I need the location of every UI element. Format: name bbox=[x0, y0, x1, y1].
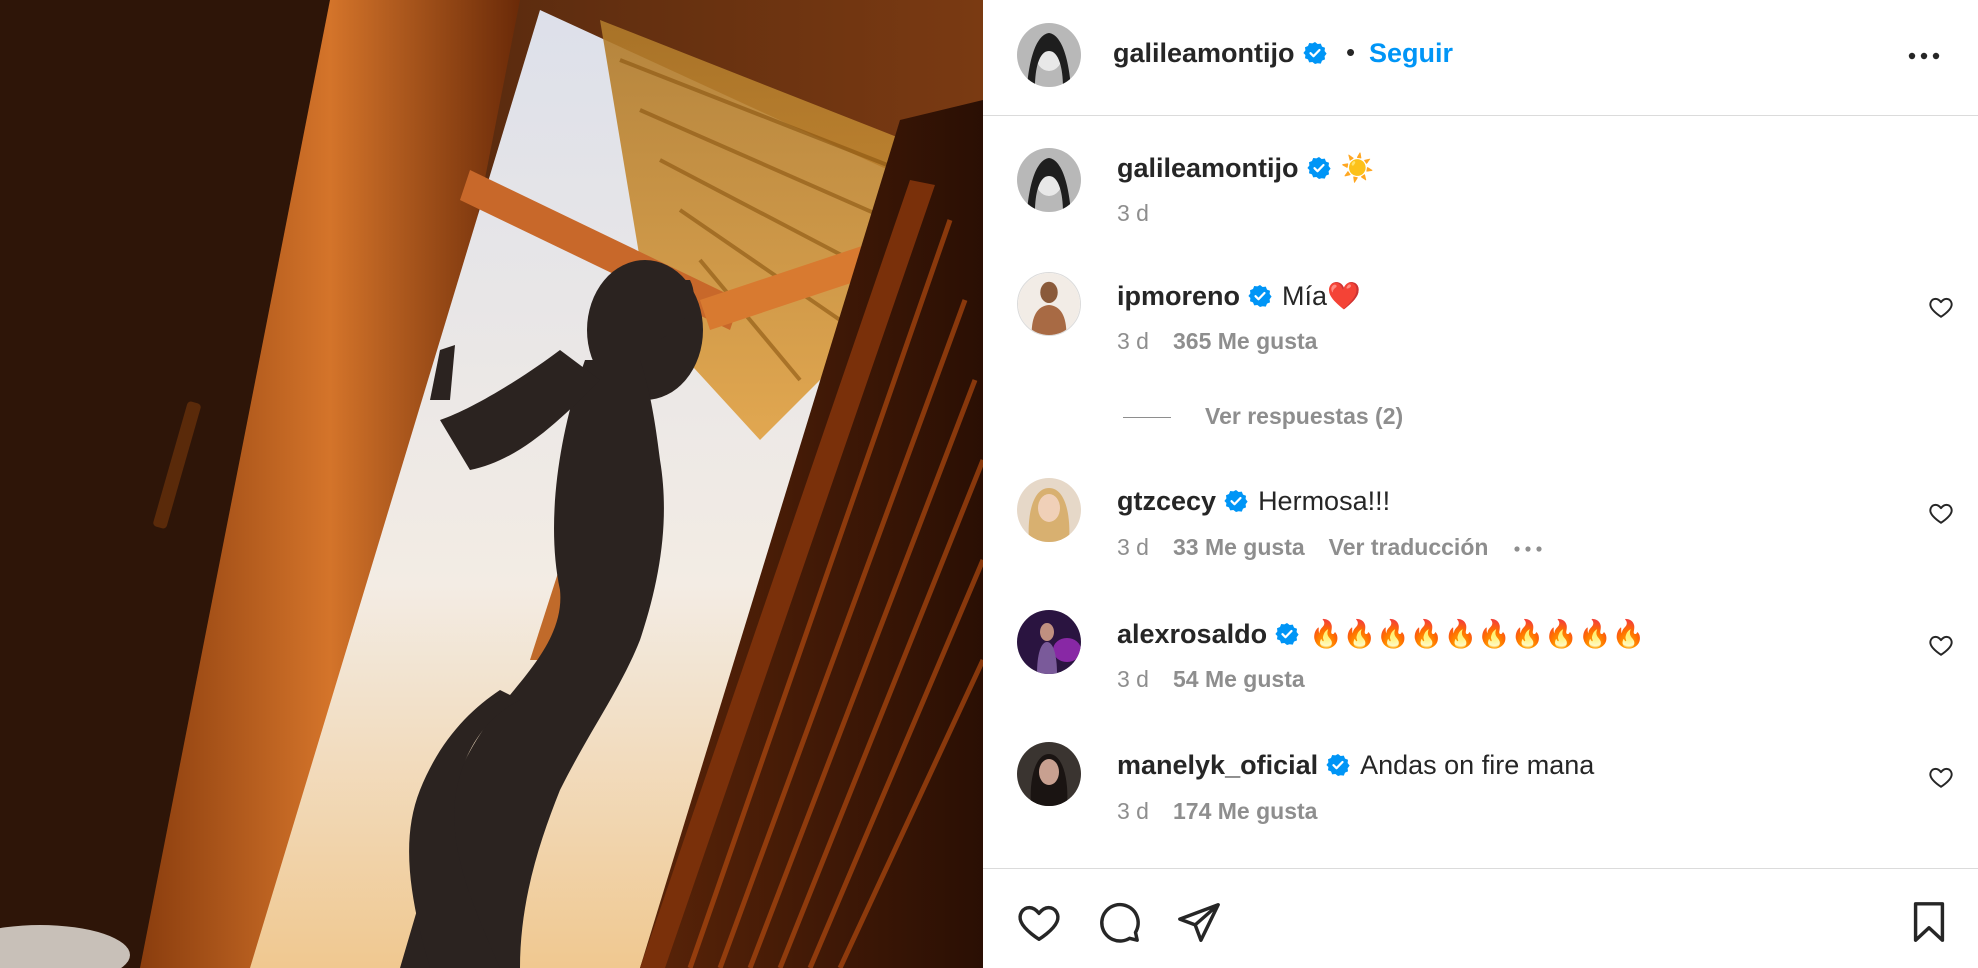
comment-time[interactable]: 3 d bbox=[1117, 328, 1149, 354]
post-photo[interactable] bbox=[0, 0, 983, 968]
comment-likes[interactable]: 54 Me gusta bbox=[1173, 666, 1305, 692]
view-replies-label[interactable]: Ver respuestas (2) bbox=[1205, 403, 1403, 429]
verified-badge-icon bbox=[1224, 489, 1248, 513]
follow-button[interactable]: Seguir bbox=[1369, 38, 1453, 69]
replies-divider bbox=[1123, 417, 1171, 419]
view-replies-button[interactable]: Ver respuestas (2) bbox=[1123, 403, 1403, 430]
commenter-avatar[interactable] bbox=[1017, 742, 1081, 806]
comment-text: 🔥🔥🔥🔥🔥🔥🔥🔥🔥🔥 bbox=[1309, 619, 1646, 649]
verified-badge-icon bbox=[1275, 622, 1299, 646]
comment-username[interactable]: ipmoreno bbox=[1117, 281, 1240, 311]
comment-like-heart-icon[interactable] bbox=[1928, 294, 1954, 320]
comment-like-heart-icon[interactable] bbox=[1928, 764, 1954, 790]
comment-time[interactable]: 3 d bbox=[1117, 534, 1149, 560]
comment-time[interactable]: 3 d bbox=[1117, 798, 1149, 824]
author-avatar[interactable] bbox=[1017, 23, 1081, 87]
comment-username[interactable]: manelyk_oficial bbox=[1117, 750, 1318, 780]
post-header: galileamontijo • Seguir bbox=[983, 0, 1978, 116]
verified-badge-icon bbox=[1248, 284, 1272, 308]
comment-icon[interactable] bbox=[1096, 899, 1142, 945]
header-separator: • bbox=[1346, 37, 1356, 67]
share-icon[interactable] bbox=[1176, 899, 1222, 945]
post-image bbox=[0, 0, 983, 968]
comment-time[interactable]: 3 d bbox=[1117, 666, 1149, 692]
commenter-avatar[interactable] bbox=[1017, 610, 1081, 674]
comment-username[interactable]: alexrosaldo bbox=[1117, 619, 1267, 649]
caption-author-avatar[interactable] bbox=[1017, 148, 1081, 212]
comment-likes[interactable]: 33 Me gusta bbox=[1173, 534, 1305, 560]
verified-badge-icon bbox=[1326, 753, 1350, 777]
comment-like-heart-icon[interactable] bbox=[1928, 632, 1954, 658]
comment-text: Hermosa!!! bbox=[1258, 486, 1391, 516]
commenter-avatar[interactable] bbox=[1017, 272, 1081, 336]
caption-username[interactable]: galileamontijo bbox=[1117, 153, 1299, 183]
commenter-avatar[interactable] bbox=[1017, 478, 1081, 542]
author-username[interactable]: galileamontijo bbox=[1113, 38, 1327, 69]
caption-time[interactable]: 3 d bbox=[1117, 200, 1149, 226]
author-name-text[interactable]: galileamontijo bbox=[1113, 38, 1295, 68]
more-options-icon[interactable] bbox=[1904, 38, 1944, 74]
caption-text: ☀️ bbox=[1340, 153, 1375, 183]
post-side-panel: galileamontijo • Seguir galileamontijo ☀️… bbox=[983, 0, 1978, 968]
comment-text: Andas on fire mana bbox=[1360, 750, 1595, 780]
post-action-bar bbox=[983, 868, 1978, 968]
comment-text: Mía❤️ bbox=[1282, 281, 1361, 311]
comment-likes[interactable]: 174 Me gusta bbox=[1173, 798, 1317, 824]
translate-link[interactable]: Ver traducción bbox=[1329, 534, 1489, 560]
comment-options-icon[interactable] bbox=[1512, 543, 1544, 555]
bookmark-icon[interactable] bbox=[1906, 899, 1952, 945]
comment-username[interactable]: gtzcecy bbox=[1117, 486, 1216, 516]
heart-icon[interactable] bbox=[1016, 899, 1062, 945]
comment-like-heart-icon[interactable] bbox=[1928, 500, 1954, 526]
verified-badge-icon bbox=[1306, 156, 1331, 180]
verified-badge-icon bbox=[1302, 41, 1327, 65]
comment-likes[interactable]: 365 Me gusta bbox=[1173, 328, 1317, 354]
